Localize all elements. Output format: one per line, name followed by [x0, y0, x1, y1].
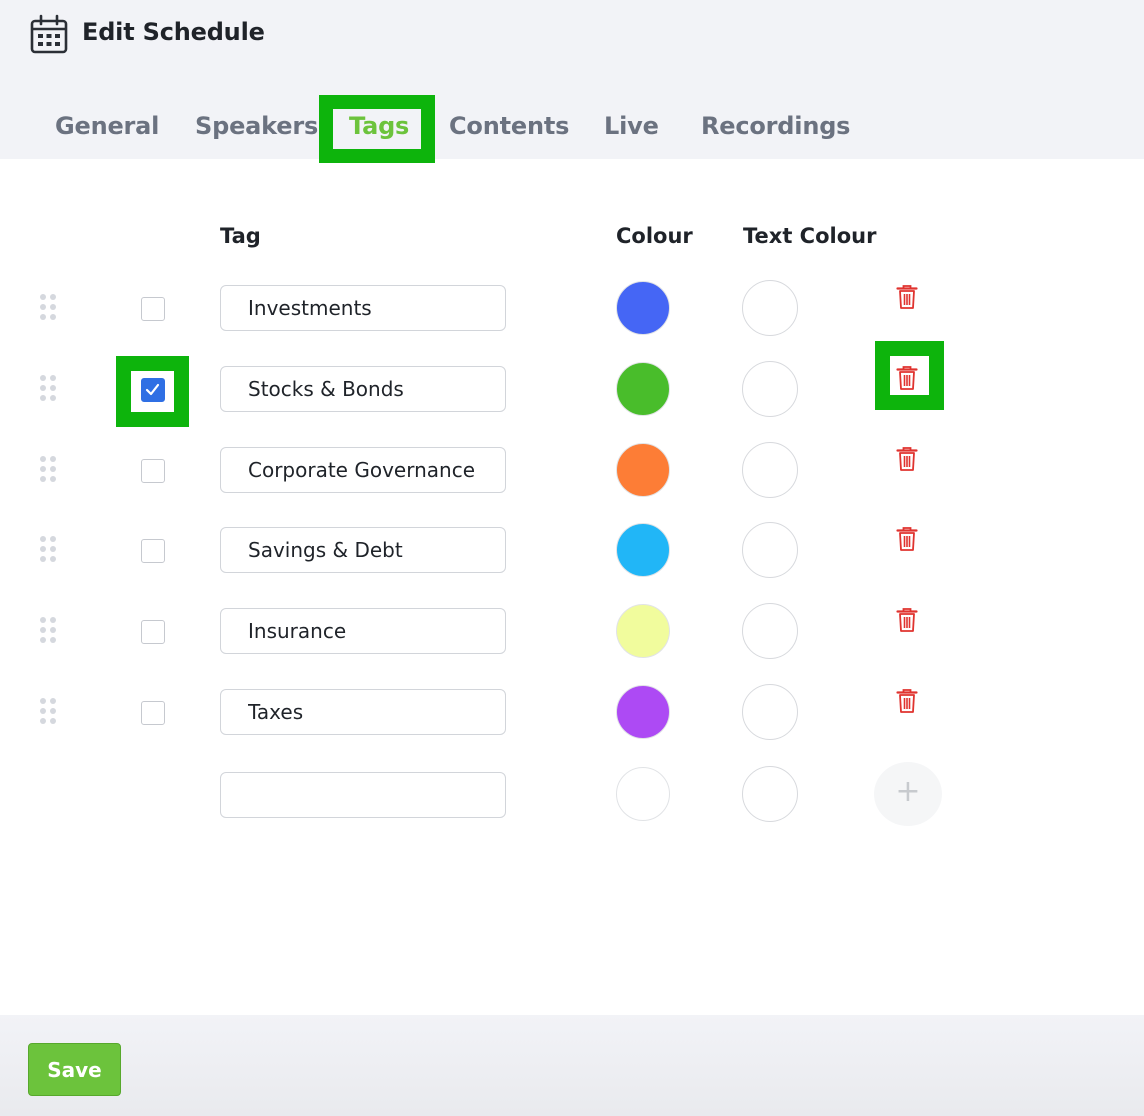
- tag-text-colour-swatch[interactable]: [742, 442, 798, 498]
- tag-name-input[interactable]: [220, 527, 506, 573]
- column-header-colour: Colour: [616, 224, 693, 248]
- tab-live[interactable]: Live: [604, 112, 659, 140]
- tag-row: [0, 591, 1144, 671]
- tag-name-input[interactable]: [220, 285, 506, 331]
- tab-tags-highlight: [319, 95, 435, 163]
- tab-recordings[interactable]: Recordings: [701, 112, 850, 140]
- drag-handle-icon[interactable]: [40, 536, 58, 564]
- tag-row: [0, 268, 1144, 348]
- tag-text-colour-swatch[interactable]: [742, 522, 798, 578]
- add-tag-button[interactable]: +: [874, 762, 942, 826]
- column-header-text-colour: Text Colour: [743, 224, 877, 248]
- tag-row: [0, 672, 1144, 752]
- tag-checkbox[interactable]: [141, 459, 165, 483]
- new-tag-colour-swatch[interactable]: [616, 767, 670, 821]
- tag-row: [0, 430, 1144, 510]
- checkbox-highlight: [116, 356, 189, 427]
- calendar-icon: [30, 14, 68, 54]
- tag-name-input[interactable]: [220, 366, 506, 412]
- tag-colour-swatch[interactable]: [616, 443, 670, 497]
- tag-colour-swatch[interactable]: [616, 281, 670, 335]
- trash-icon[interactable]: [895, 607, 919, 633]
- tag-checkbox[interactable]: [141, 701, 165, 725]
- tag-text-colour-swatch[interactable]: [742, 280, 798, 336]
- tag-row: [0, 510, 1144, 590]
- trash-icon[interactable]: [895, 446, 919, 472]
- plus-icon: +: [895, 774, 921, 809]
- drag-handle-icon[interactable]: [40, 698, 58, 726]
- drag-handle-icon[interactable]: [40, 617, 58, 645]
- save-button[interactable]: Save: [28, 1043, 121, 1096]
- trash-icon[interactable]: [895, 688, 919, 714]
- top-bar: Edit Schedule General Speakers Tags Cont…: [0, 0, 1144, 163]
- tab-speakers[interactable]: Speakers: [195, 112, 318, 140]
- trash-icon[interactable]: [895, 526, 919, 552]
- tag-checkbox[interactable]: [141, 539, 165, 563]
- new-tag-input[interactable]: [220, 772, 506, 818]
- tag-name-input[interactable]: [220, 689, 506, 735]
- tab-contents[interactable]: Contents: [449, 112, 569, 140]
- page-title: Edit Schedule: [82, 18, 265, 46]
- new-tag-text-colour-swatch[interactable]: [742, 766, 798, 822]
- tag-text-colour-swatch[interactable]: [742, 603, 798, 659]
- drag-handle-icon[interactable]: [40, 456, 58, 484]
- tag-text-colour-swatch[interactable]: [742, 684, 798, 740]
- tag-text-colour-swatch[interactable]: [742, 361, 798, 417]
- tag-name-input[interactable]: [220, 608, 506, 654]
- drag-handle-icon[interactable]: [40, 294, 58, 322]
- column-header-tag: Tag: [220, 224, 261, 248]
- tag-colour-swatch[interactable]: [616, 362, 670, 416]
- tag-colour-swatch[interactable]: [616, 523, 670, 577]
- footer-bar: [0, 1015, 1144, 1116]
- tab-general[interactable]: General: [55, 112, 159, 140]
- tag-colour-swatch[interactable]: [616, 604, 670, 658]
- delete-highlight: [875, 341, 944, 410]
- tag-name-input[interactable]: [220, 447, 506, 493]
- tag-checkbox[interactable]: [141, 620, 165, 644]
- tag-checkbox[interactable]: [141, 297, 165, 321]
- drag-handle-icon[interactable]: [40, 375, 58, 403]
- tag-colour-swatch[interactable]: [616, 685, 670, 739]
- new-tag-row: [0, 754, 1144, 834]
- trash-icon[interactable]: [895, 284, 919, 310]
